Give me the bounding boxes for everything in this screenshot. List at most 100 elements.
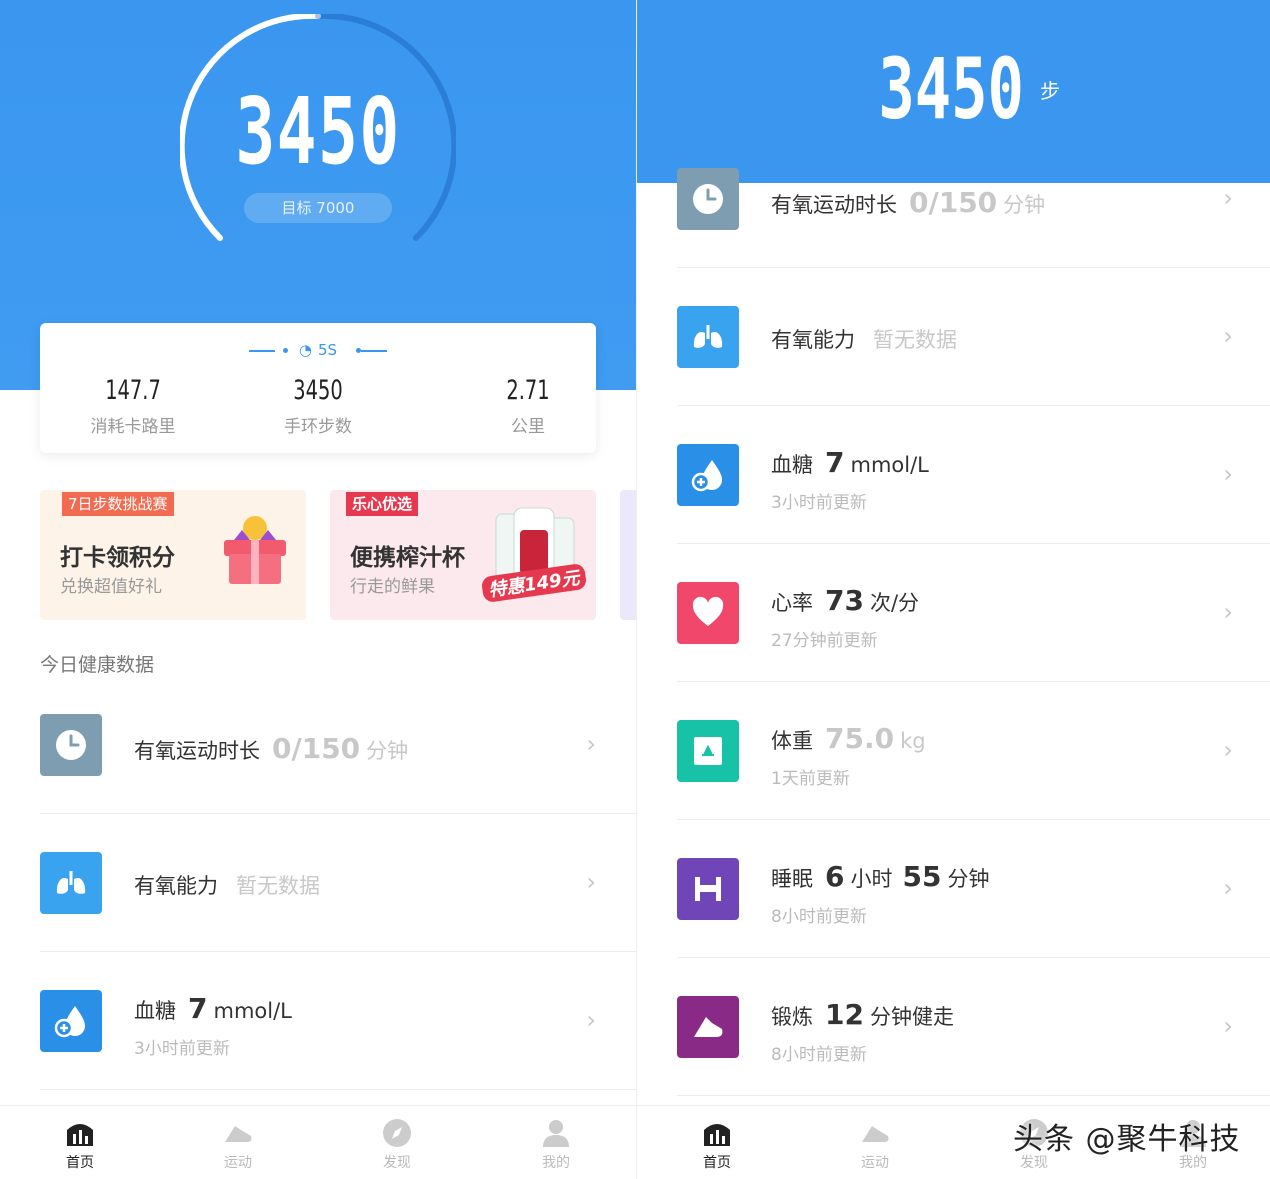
promo-card-challenge[interactable]: 7日步数挑战赛 打卡领积分 兑换超值好礼 bbox=[40, 490, 306, 620]
row-value: 0/150 bbox=[909, 186, 998, 219]
nav-sport[interactable]: 运动 bbox=[198, 1116, 278, 1172]
health-row-heart-rate[interactable]: 心率 73 次/分 27分钟前更新 › bbox=[677, 544, 1270, 682]
row-unit: 分钟 bbox=[366, 739, 409, 763]
stat-distance: 2.71 公里 bbox=[458, 375, 598, 437]
stat-label: 手环步数 bbox=[284, 417, 352, 437]
row-unit: mmol/L bbox=[850, 453, 929, 477]
row-name: 血糖 bbox=[771, 453, 813, 477]
promo-subtitle: 行走的鲜果 bbox=[350, 577, 435, 597]
row-unit: 分钟 bbox=[1003, 193, 1046, 217]
step-count: 3450 bbox=[235, 78, 401, 185]
step-goal-badge[interactable]: 目标 7000 bbox=[244, 193, 392, 223]
promo-card-next[interactable] bbox=[620, 490, 636, 620]
nav-label: 运动 bbox=[224, 1155, 252, 1171]
row-updated: 3小时前更新 bbox=[134, 1039, 230, 1059]
chevron-right-icon: › bbox=[1223, 322, 1233, 350]
nav-home[interactable]: 首页 bbox=[40, 1116, 120, 1172]
device-indicator: ◔ 5S bbox=[40, 341, 596, 359]
nav-home[interactable]: 首页 bbox=[677, 1116, 757, 1172]
gift-box-icon bbox=[224, 516, 286, 584]
heart-icon bbox=[677, 582, 739, 644]
nav-label: 运动 bbox=[861, 1155, 889, 1171]
health-row-weight[interactable]: 体重 75.0 kg 1天前更新 › bbox=[677, 682, 1270, 820]
clock-icon bbox=[40, 714, 102, 776]
stat-band-steps: 3450 手环步数 bbox=[248, 375, 388, 437]
promo-title: 便携榨汁杯 bbox=[350, 545, 465, 571]
nav-label: 我的 bbox=[542, 1155, 570, 1171]
health-section-title: 今日健康数据 bbox=[40, 654, 155, 676]
nav-me[interactable]: 我的 bbox=[516, 1116, 596, 1172]
health-row-blood-glucose[interactable]: 血糖 7 mmol/L 3小时前更新 › bbox=[677, 406, 1270, 544]
row-unit-minutes: 分钟 bbox=[947, 867, 990, 891]
nav-label: 首页 bbox=[703, 1155, 731, 1171]
bottom-nav: 首页 运动 发现 我的 bbox=[0, 1105, 636, 1179]
row-value: 7 bbox=[188, 992, 208, 1025]
row-name: 有氧运动时长 bbox=[134, 739, 260, 763]
shoe-icon bbox=[677, 996, 739, 1058]
row-value: 6 bbox=[825, 860, 845, 893]
person-icon bbox=[543, 1120, 569, 1147]
row-value-minutes: 55 bbox=[902, 860, 942, 893]
chevron-right-icon: › bbox=[1223, 874, 1233, 902]
row-updated: 8小时前更新 bbox=[771, 907, 867, 927]
blood-drop-icon bbox=[677, 444, 739, 506]
row-updated: 27分钟前更新 bbox=[771, 631, 878, 651]
watermark: 头条 @聚牛科技 bbox=[1013, 1122, 1241, 1157]
row-unit: mmol/L bbox=[213, 999, 292, 1023]
compass-icon bbox=[383, 1119, 411, 1147]
health-row-aerobic-duration[interactable]: 有氧运动时长 0/150 分钟 › bbox=[40, 676, 636, 814]
chevron-right-icon: › bbox=[1223, 1012, 1233, 1040]
row-name: 心率 bbox=[771, 591, 813, 615]
row-nodata: 暂无数据 bbox=[236, 874, 320, 898]
phone-screen-home: 3450 目标 7000 ◔ 5S 147.7 消耗卡路里 3450 手环步数 2… bbox=[0, 0, 636, 1179]
stats-card[interactable]: ◔ 5S 147.7 消耗卡路里 3450 手环步数 2.71 公里 bbox=[40, 323, 596, 453]
lungs-icon bbox=[40, 852, 102, 914]
row-value: 12 bbox=[825, 998, 864, 1031]
row-name: 锻炼 bbox=[771, 1005, 813, 1029]
chevron-right-icon: › bbox=[1223, 598, 1233, 626]
bed-icon bbox=[677, 858, 739, 920]
step-count: 3450 bbox=[878, 40, 1024, 138]
health-row-sleep[interactable]: 睡眠 6 小时 55 分钟 8小时前更新 › bbox=[677, 820, 1270, 958]
row-value: 7 bbox=[825, 446, 845, 479]
lungs-icon bbox=[677, 306, 739, 368]
row-name: 血糖 bbox=[134, 999, 176, 1023]
step-unit: 步 bbox=[1040, 78, 1061, 103]
stat-value: 147.7 bbox=[105, 375, 161, 406]
row-unit: 小时 bbox=[850, 867, 893, 891]
health-row-aerobic-capacity[interactable]: 有氧能力 暂无数据 › bbox=[677, 268, 1270, 406]
promo-card-juicer[interactable]: 乐心优选 便携榨汁杯 行走的鲜果 特惠149元 bbox=[330, 490, 596, 620]
promo-subtitle: 兑换超值好礼 bbox=[60, 577, 162, 597]
clock-icon bbox=[677, 168, 739, 230]
row-value: 73 bbox=[825, 584, 864, 617]
health-row-blood-glucose[interactable]: 血糖 7 mmol/L 3小时前更新 › bbox=[40, 952, 636, 1090]
row-nodata: 暂无数据 bbox=[873, 328, 957, 352]
stat-label: 消耗卡路里 bbox=[90, 417, 176, 437]
row-name: 有氧能力 bbox=[134, 874, 218, 898]
chevron-right-icon: › bbox=[1223, 736, 1233, 764]
stat-label: 公里 bbox=[511, 417, 545, 437]
shoe-icon bbox=[862, 1126, 889, 1142]
phone-screen-health-list: 3450 步 有氧运动时长 0/150 分钟 › 有氧能力 暂无数据 › 血糖 7 mmol… bbox=[636, 0, 1270, 1179]
home-chart-icon bbox=[67, 1124, 93, 1146]
health-row-exercise[interactable]: 锻炼 12 分钟健走 8小时前更新 › bbox=[677, 958, 1270, 1096]
health-row-aerobic-capacity[interactable]: 有氧能力 暂无数据 › bbox=[40, 814, 636, 952]
health-row-aerobic-duration[interactable]: 有氧运动时长 0/150 分钟 › bbox=[677, 130, 1270, 268]
row-name: 睡眠 bbox=[771, 867, 813, 891]
nav-discover[interactable]: 发现 bbox=[357, 1116, 437, 1172]
row-updated: 3小时前更新 bbox=[771, 493, 867, 513]
row-name: 体重 bbox=[771, 729, 813, 753]
row-value: 75.0 bbox=[825, 722, 895, 755]
device-name: 5S bbox=[318, 341, 338, 359]
nav-label: 首页 bbox=[66, 1155, 94, 1171]
home-chart-icon bbox=[704, 1124, 730, 1146]
stat-value: 3450 bbox=[293, 375, 343, 406]
chevron-right-icon: › bbox=[586, 730, 596, 758]
band-icon: ◔ bbox=[298, 341, 312, 359]
chevron-right-icon: › bbox=[1223, 184, 1233, 212]
row-updated: 1天前更新 bbox=[771, 769, 850, 789]
chevron-right-icon: › bbox=[586, 868, 596, 896]
row-unit: kg bbox=[900, 729, 926, 753]
stat-value: 2.71 bbox=[506, 375, 550, 406]
nav-sport[interactable]: 运动 bbox=[835, 1116, 915, 1172]
